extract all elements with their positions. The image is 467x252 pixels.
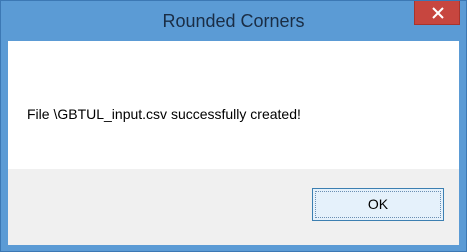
title-bar[interactable]: Rounded Corners — [1, 1, 466, 41]
close-icon — [432, 7, 444, 19]
message-text: File \GBTUL_input.csv successfully creat… — [27, 106, 301, 122]
ok-button[interactable]: OK — [312, 188, 444, 221]
close-button[interactable] — [414, 1, 460, 25]
window-title: Rounded Corners — [162, 11, 305, 31]
message-area: File \GBTUL_input.csv successfully creat… — [8, 41, 459, 169]
dialog-body: File \GBTUL_input.csv successfully creat… — [8, 41, 459, 245]
ok-button-label: OK — [367, 196, 389, 212]
message-dialog: Rounded Corners File \GBTUL_input.csv su… — [0, 0, 467, 252]
